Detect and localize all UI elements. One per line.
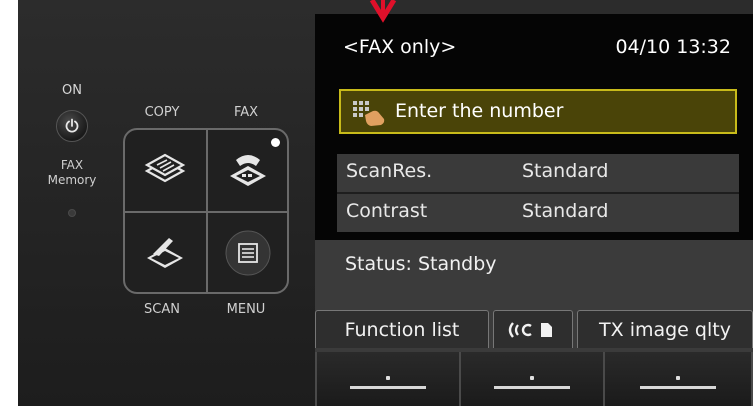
setting-key: Contrast [346, 200, 428, 222]
hook-dial-icon [508, 321, 552, 338]
fax-settings-list: ScanRes. Standard Contrast Standard [337, 154, 739, 232]
keypad-touch-icon [353, 101, 385, 126]
copy-icon [144, 153, 186, 183]
datetime: 04/10 13:32 [615, 36, 731, 58]
scan-label: SCAN [144, 302, 180, 317]
fax-memory-label-line1: FAX [60, 158, 84, 172]
hook-monitor-button[interactable] [493, 310, 573, 348]
tx-image-quality-label: TX image qlty [599, 318, 731, 341]
fax-icon [230, 155, 266, 186]
soft-keys [18, 350, 753, 406]
setting-row-scanres[interactable]: ScanRes. Standard [337, 154, 739, 192]
function-list-button[interactable]: Function list [315, 310, 489, 348]
setting-value: Standard [522, 200, 609, 222]
center-function-key[interactable] [459, 352, 605, 406]
menu-button[interactable] [208, 213, 288, 293]
fax-button[interactable] [208, 130, 288, 210]
menu-label: MENU [226, 302, 266, 317]
printer-control-panel: ON FAX Memory COPY FAX SCAN MENU <FAX on… [18, 0, 753, 406]
scan-icon [147, 238, 183, 268]
mode-title: <FAX only> [343, 36, 457, 58]
enter-number-prompt: Enter the number [395, 100, 564, 122]
power-icon [65, 118, 79, 133]
tx-image-quality-button[interactable]: TX image qlty [577, 310, 753, 348]
left-function-key[interactable] [315, 352, 461, 406]
function-list-label: Function list [344, 318, 460, 341]
menu-icon [225, 230, 271, 276]
copy-button[interactable] [125, 130, 205, 210]
scan-button[interactable] [125, 213, 205, 293]
fax-memory-label: FAX Memory [42, 158, 102, 188]
fax-label: FAX [233, 105, 259, 120]
fax-indicator-light [271, 138, 280, 147]
mode-keypad [123, 128, 289, 294]
power-button[interactable] [56, 110, 88, 142]
fax-memory-led [68, 209, 76, 217]
setting-key: ScanRes. [346, 160, 433, 182]
pointer-arrow [358, 0, 408, 24]
on-label: ON [62, 83, 82, 98]
enter-number-field[interactable]: Enter the number [339, 89, 737, 134]
copy-label: COPY [144, 105, 180, 120]
setting-value: Standard [522, 160, 609, 182]
fax-memory-label-line2: Memory [47, 173, 97, 187]
right-function-key[interactable] [603, 352, 753, 406]
setting-row-contrast[interactable]: Contrast Standard [337, 194, 739, 232]
status-text: Status: Standby [345, 253, 497, 275]
